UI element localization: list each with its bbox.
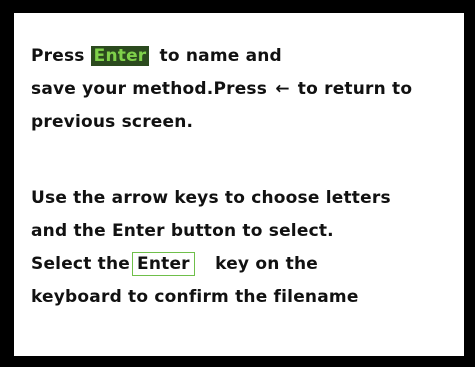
instruction-text: previous screen. — [31, 112, 194, 132]
instruction-text: Use the arrow keys to choose letters — [31, 188, 391, 208]
instruction-line-5: and the Enter button to select. — [31, 215, 451, 248]
instruction-text: to name and — [159, 46, 282, 66]
device-screen: Press Enter to name and save your method.… — [0, 0, 475, 367]
instruction-line-6: Select the Enter key on the — [31, 248, 451, 281]
instruction-line-1: Press Enter to name and — [31, 40, 451, 73]
instruction-line-4: Use the arrow keys to choose letters — [31, 182, 451, 215]
enter-key-highlight: Enter — [90, 46, 150, 66]
instruction-text: Press — [31, 46, 85, 66]
instruction-text: and the Enter button to select. — [31, 221, 334, 241]
instruction-line-7: keyboard to confirm the filename — [31, 281, 451, 314]
enter-key-box: Enter — [132, 252, 195, 276]
keyboard-instructions: Use the arrow keys to choose letters and… — [31, 182, 451, 314]
instruction-text: save your method.Press — [31, 79, 268, 99]
instruction-text: to return to — [297, 79, 413, 99]
instruction-line-3: previous screen. — [31, 106, 451, 139]
instruction-text: Select the — [31, 254, 131, 274]
instruction-text: keyboard to confirm the filename — [31, 287, 359, 307]
save-instructions: Press Enter to name and save your method.… — [31, 40, 451, 139]
left-arrow-icon: ← — [275, 79, 290, 99]
instruction-line-2: save your method.Press ← to return to — [31, 73, 451, 106]
instruction-text: key on the — [215, 254, 318, 274]
